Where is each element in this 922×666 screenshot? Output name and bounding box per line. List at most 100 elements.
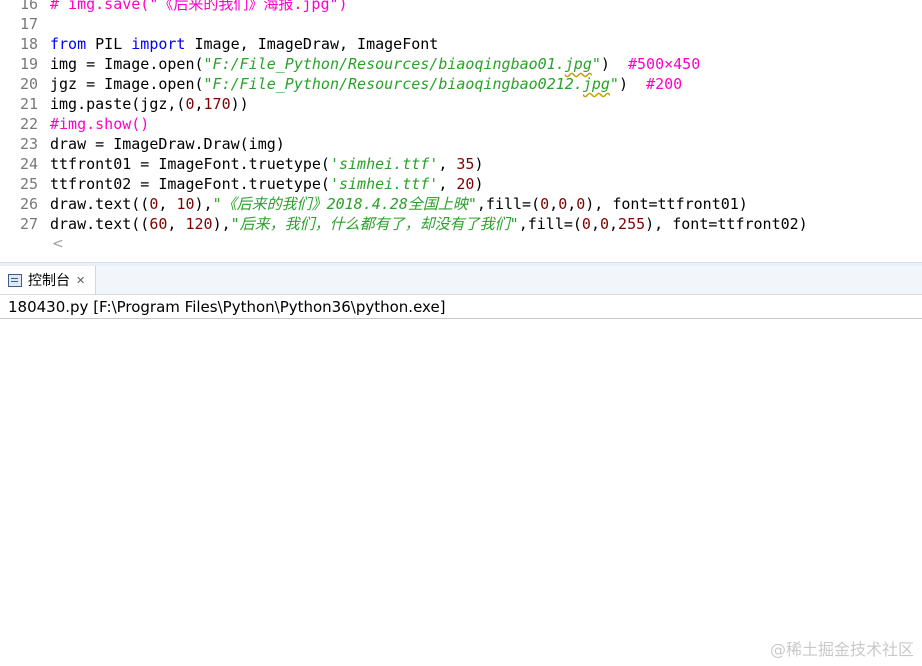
code-text: img.paste(jgz,(0,170))	[50, 95, 249, 113]
code-token: #200	[646, 75, 683, 93]
code-token: 'simhei.ttf'	[329, 175, 439, 193]
code-line[interactable]: 27 draw.text((60, 120),"后来，我们，什么都有了，却没有了我…	[0, 214, 922, 234]
code-line[interactable]: 18 from PIL import Image, ImageDraw, Imag…	[0, 34, 922, 54]
code-token: img.paste(jgz,(	[50, 95, 186, 113]
line-number: 21	[19, 95, 38, 113]
code-line[interactable]: 20 jgz = Image.open("F:/File_Python/Resou…	[0, 74, 922, 94]
code-line[interactable]: 24 ttfront01 = ImageFont.truetype('simhei…	[0, 154, 922, 174]
code-text: draw.text((60, 120),"后来，我们，什么都有了，却没有了我们"…	[50, 215, 808, 233]
code-token: 170	[203, 95, 231, 113]
console-process-label: 180430.py [F:\Program Files\Python\Pytho…	[8, 298, 446, 316]
code-token: ), font=ttfront01)	[585, 195, 748, 213]
line-number: 17	[19, 15, 38, 33]
code-token: ,	[438, 175, 457, 193]
code-text: draw.text(( 0, 10),"《后来的我们》2018.4.28全国上映"…	[50, 195, 748, 213]
code-token: "后来，我们，什么都有了，却没有了我们"	[230, 215, 519, 233]
code-token: from	[50, 35, 87, 53]
code-token: #img.show()	[50, 115, 150, 133]
code-token: 0	[581, 215, 591, 233]
code-token: 255	[618, 215, 646, 233]
code-text: # img.save("《后来的我们》海报.jpg")	[50, 0, 348, 13]
console-icon	[8, 273, 22, 287]
line-number: 23	[19, 135, 38, 153]
close-icon[interactable]: ✕	[76, 274, 85, 287]
line-number: 19	[19, 55, 38, 73]
code-token: ,fill=(	[518, 215, 582, 233]
code-token: 0	[576, 195, 586, 213]
code-line[interactable]: 17	[0, 14, 922, 34]
code-token: ,	[158, 195, 177, 213]
code-token: ,	[167, 215, 186, 233]
code-line[interactable]: 26 draw.text(( 0, 10),"《后来的我们》2018.4.28全国上…	[0, 194, 922, 214]
code-token: ),	[194, 195, 213, 213]
console-view-header: 控制台 ✕	[0, 266, 922, 295]
code-token: "	[609, 75, 619, 93]
code-line[interactable]: 22 #img.show()	[0, 114, 922, 134]
code-token: img = Image.open(	[50, 55, 204, 73]
code-token: ,	[438, 155, 457, 173]
code-token: PIL	[86, 35, 132, 53]
code-text: draw = ImageDraw.Draw(img)	[50, 135, 285, 153]
code-token: ,fill=(	[476, 195, 541, 213]
line-number: 26	[19, 195, 38, 213]
code-text: #img.show()	[50, 115, 149, 133]
line-number: 16	[19, 0, 38, 13]
code-editor[interactable]: 16 # img.save("《后来的我们》海报.jpg") 17 18 from PI…	[0, 0, 922, 262]
code-token: 0	[558, 195, 568, 213]
code-token: import	[131, 35, 186, 53]
code-line[interactable]: 16 # img.save("《后来的我们》海报.jpg")	[0, 0, 922, 14]
code-token: # img.save("《后来的我们》海报.jpg")	[50, 0, 348, 13]
chevron-left-icon[interactable]: <	[52, 236, 64, 252]
code-text: from PIL import Image, ImageDraw, ImageF…	[50, 35, 438, 53]
code-token: ), font=ttfront02)	[645, 215, 808, 233]
line-number: 27	[19, 215, 38, 233]
code-token: ,	[549, 195, 559, 213]
code-token: )	[618, 75, 647, 93]
code-token: ,	[609, 215, 619, 233]
code-token: 60	[149, 215, 168, 233]
code-line[interactable]: 19 img = Image.open("F:/File_Python/Resou…	[0, 54, 922, 74]
code-token: "F:/File_Python/Resources/biaoqingbao021…	[203, 75, 583, 93]
code-token: ),	[212, 215, 231, 233]
code-token: draw.text((	[50, 195, 150, 213]
code-token: 0	[540, 195, 550, 213]
code-token: 'simhei.ttf'	[329, 155, 439, 173]
line-number: 24	[19, 155, 38, 173]
console-divider	[0, 318, 922, 319]
console-tab-label: 控制台	[28, 273, 70, 289]
code-token: draw.text((	[50, 215, 150, 233]
code-line[interactable]: 23 draw = ImageDraw.Draw(img)	[0, 134, 922, 154]
code-token: ))	[230, 95, 249, 113]
code-line[interactable]: 25 ttfront02 = ImageFont.truetype('simhei…	[0, 174, 922, 194]
watermark: @稀土掘金技术社区	[769, 640, 914, 659]
code-token: jpg	[582, 75, 610, 93]
code-text: jgz = Image.open("F:/File_Python/Resourc…	[50, 75, 682, 93]
code-token: jpg	[564, 55, 592, 73]
code-token: )	[474, 175, 484, 193]
code-token: #500×450	[627, 55, 701, 73]
code-token: )	[474, 155, 484, 173]
code-token: ttfront01 = ImageFont.truetype(	[50, 155, 330, 173]
code-token: 120	[185, 215, 213, 233]
code-token: )	[600, 55, 628, 73]
line-number: 20	[19, 75, 38, 93]
code-line[interactable]: 21 img.paste(jgz,(0,170))	[0, 94, 922, 114]
tab-console[interactable]: 控制台 ✕	[0, 266, 97, 294]
code-text: ttfront02 = ImageFont.truetype('simhei.t…	[50, 175, 484, 193]
code-token: 0	[185, 95, 195, 113]
line-number: 18	[19, 35, 38, 53]
code-text: ttfront01 = ImageFont.truetype('simhei.t…	[50, 155, 484, 173]
code-token: ttfront02 = ImageFont.truetype(	[50, 175, 330, 193]
code-token: "	[591, 55, 601, 73]
code-token: ,	[567, 195, 577, 213]
code-token: "F:/File_Python/Resources/biaoqingbao01.	[203, 55, 565, 73]
line-number: 22	[19, 115, 38, 133]
code-token: 35	[456, 155, 475, 173]
code-token: Image, ImageDraw, ImageFont	[185, 35, 439, 53]
code-text: img = Image.open("F:/File_Python/Resourc…	[50, 55, 700, 73]
code-token: draw = ImageDraw.Draw(img)	[50, 135, 285, 153]
code-token: ,	[590, 215, 600, 233]
line-number: 25	[19, 175, 38, 193]
code-token: "《后来的我们》2018.4.28全国上映"	[212, 195, 477, 213]
code-token: 10	[176, 195, 195, 213]
